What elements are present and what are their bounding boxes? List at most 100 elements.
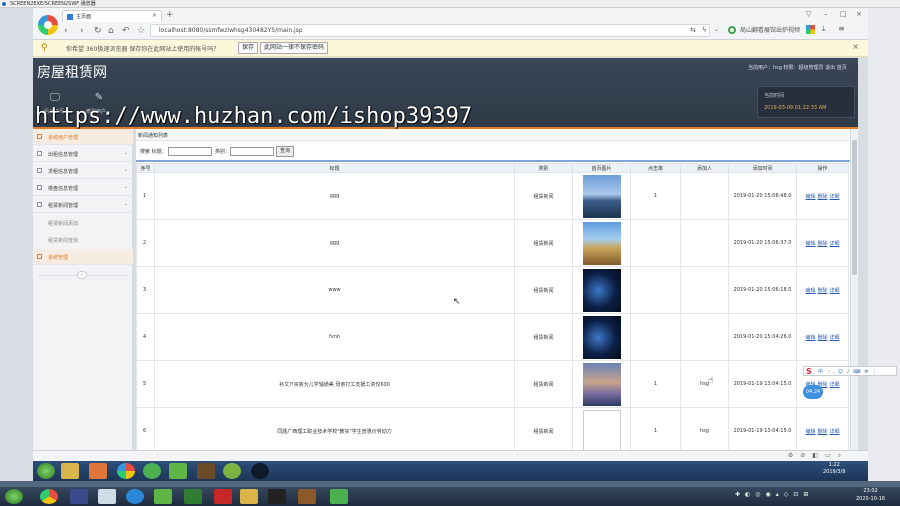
reload-icon[interactable]: ↻ bbox=[94, 24, 102, 38]
detail-link[interactable]: 详细 bbox=[830, 288, 840, 294]
row-time: 2019-01-20 15:04:26.0 bbox=[728, 313, 797, 361]
sidebar-item-system[interactable]: 系统管理 bbox=[33, 249, 133, 265]
detail-link[interactable]: 详细 bbox=[830, 194, 840, 200]
content-title-bar: 新闻通知列表 bbox=[136, 129, 850, 141]
edit-link[interactable]: 编辑 bbox=[805, 241, 815, 247]
bookmark-star-icon[interactable]: ☆ bbox=[137, 24, 145, 38]
row-time: 2019-01-19 13:04:15.0 bbox=[728, 360, 797, 408]
row-number: 1 bbox=[136, 172, 155, 220]
app-icon[interactable] bbox=[184, 489, 202, 504]
browser-task-icon[interactable] bbox=[117, 463, 135, 479]
delete-link[interactable]: 删除 bbox=[817, 241, 827, 247]
row-title: ggg bbox=[154, 219, 515, 267]
folder-icon[interactable] bbox=[240, 489, 258, 504]
app-icon[interactable] bbox=[223, 463, 241, 479]
sidebar: 系统用户管理 出租信息管理 ⌄ 求租信息管理 ⌄ 楼盘信息管理 ⌄ 租赁新闻管理… bbox=[33, 129, 133, 462]
detail-link[interactable]: 详细 bbox=[830, 429, 840, 435]
sidebar-collapse-icon[interactable]: ‹ bbox=[77, 271, 87, 279]
undo-icon[interactable]: ↶ bbox=[122, 24, 130, 38]
search-hint[interactable]: 局山翻看展馆出炉视频 bbox=[740, 25, 800, 34]
delete-link[interactable]: 删除 bbox=[817, 288, 827, 294]
never-save-button[interactable]: 此网站一律不保存密码 bbox=[260, 42, 329, 54]
edit-link[interactable]: 编辑 bbox=[805, 194, 815, 200]
start-button[interactable] bbox=[37, 463, 55, 479]
sidebar-item-rent-seek[interactable]: 求租信息管理 ⌄ bbox=[33, 163, 133, 179]
title-search-input[interactable] bbox=[168, 147, 212, 156]
sidebar-item-users[interactable]: 系统用户管理 bbox=[33, 129, 133, 145]
delete-link[interactable]: 删除 bbox=[817, 194, 827, 200]
search-engine-icon[interactable] bbox=[728, 26, 736, 34]
sidebar-sub-news-query[interactable]: 租赁新闻查询 bbox=[48, 237, 78, 244]
sidebar-item-news[interactable]: 租赁新闻管理 ⌄ bbox=[33, 197, 133, 213]
user-info[interactable]: 当前用户：hsg 权限：超级管理员 退出 首页 bbox=[748, 64, 847, 71]
thumbnail-image[interactable] bbox=[582, 315, 621, 359]
detail-link[interactable]: 详细 bbox=[830, 382, 840, 388]
browser-tab[interactable]: 主页面 × bbox=[62, 10, 162, 22]
row-category: 租赁新闻 bbox=[514, 172, 573, 220]
minimize-icon[interactable]: – bbox=[824, 10, 828, 18]
close-prompt-icon[interactable]: × bbox=[852, 42, 859, 51]
menu-icon[interactable]: ▽ bbox=[806, 10, 811, 18]
ime-toolbar[interactable]: S 中 ・, ☺ ♪ ⌨ ⚙ ⋮ bbox=[803, 366, 897, 376]
browser-logo-icon[interactable] bbox=[38, 15, 58, 35]
recorder-icon bbox=[2, 2, 6, 6]
thumbnail-image[interactable] bbox=[582, 409, 621, 453]
column-header: 操作 bbox=[796, 163, 849, 173]
app-icon[interactable] bbox=[98, 489, 116, 504]
browser-menu-icon[interactable]: ≡ bbox=[838, 24, 845, 33]
forward-icon[interactable]: › bbox=[80, 24, 84, 38]
player-progress-bar[interactable] bbox=[0, 481, 900, 487]
share-icon[interactable]: ⇆ bbox=[690, 26, 696, 34]
thumbnail-image[interactable] bbox=[582, 174, 621, 218]
thumbnail-image[interactable] bbox=[582, 362, 621, 406]
maximize-icon[interactable]: □ bbox=[840, 10, 847, 18]
tab-favicon-icon bbox=[67, 14, 73, 20]
category-search-input[interactable] bbox=[230, 147, 274, 156]
tray-icons[interactable]: ✚◐◎◉▴◇⊡⊞ bbox=[735, 491, 813, 498]
home-icon[interactable]: ⌂ bbox=[108, 24, 114, 38]
lightning-icon[interactable]: ϟ bbox=[702, 26, 707, 34]
qq-icon[interactable] bbox=[268, 489, 286, 504]
explorer-icon[interactable] bbox=[61, 463, 79, 479]
tab-close-icon[interactable]: × bbox=[152, 12, 157, 19]
back-icon[interactable]: ‹ bbox=[64, 24, 68, 38]
delete-link[interactable]: 删除 bbox=[817, 429, 827, 435]
scrollbar-thumb[interactable] bbox=[852, 140, 857, 275]
detail-link[interactable]: 详细 bbox=[830, 335, 840, 341]
sidebar-item-rent-out[interactable]: 出租信息管理 ⌄ bbox=[33, 146, 133, 162]
app-icon[interactable] bbox=[298, 489, 316, 504]
time-label: 当前时间 bbox=[764, 93, 785, 99]
save-password-button[interactable]: 保存 bbox=[238, 42, 259, 54]
edit-link[interactable]: 编辑 bbox=[805, 429, 815, 435]
app-icon[interactable] bbox=[330, 489, 348, 504]
chrome-icon[interactable] bbox=[40, 489, 58, 504]
apps-icon[interactable] bbox=[806, 25, 815, 34]
detail-link[interactable]: 详细 bbox=[830, 241, 840, 247]
flash-icon[interactable] bbox=[214, 489, 232, 504]
sidebar-item-buildings[interactable]: 楼盘信息管理 ⌄ bbox=[33, 180, 133, 196]
app-icon[interactable] bbox=[126, 489, 144, 504]
app-icon[interactable] bbox=[169, 463, 187, 479]
dropdown-icon[interactable]: ⌄ bbox=[714, 26, 719, 33]
status-icons[interactable]: ⚙⊘◧▭⌕ bbox=[788, 452, 848, 460]
app-icon[interactable] bbox=[143, 463, 161, 479]
download-icon[interactable]: ⤓ bbox=[822, 24, 826, 34]
search-button[interactable]: 查询 bbox=[276, 146, 295, 157]
app-icon[interactable] bbox=[197, 463, 215, 479]
app-icon[interactable] bbox=[154, 489, 172, 504]
new-tab-icon[interactable]: + bbox=[166, 10, 174, 20]
address-bar[interactable]: localhost:8080/ssmfwzlwhsg430482Y5/main.… bbox=[150, 24, 710, 37]
close-window-icon[interactable]: × bbox=[856, 10, 862, 18]
delete-link[interactable]: 删除 bbox=[817, 335, 827, 341]
inner-clock-time: 1:22 bbox=[828, 462, 840, 468]
sidebar-sub-news-add[interactable]: 租赁新闻添加 bbox=[48, 220, 78, 227]
thumbnail-image[interactable] bbox=[582, 221, 621, 265]
media-icon[interactable] bbox=[89, 463, 107, 479]
edit-link[interactable]: 编辑 bbox=[805, 288, 815, 294]
app-icon[interactable] bbox=[251, 463, 269, 479]
folder-icon bbox=[37, 168, 42, 173]
edit-link[interactable]: 编辑 bbox=[805, 335, 815, 341]
thumbnail-image[interactable] bbox=[582, 268, 621, 312]
app-icon[interactable] bbox=[70, 489, 88, 504]
outer-start-button[interactable] bbox=[5, 489, 23, 504]
